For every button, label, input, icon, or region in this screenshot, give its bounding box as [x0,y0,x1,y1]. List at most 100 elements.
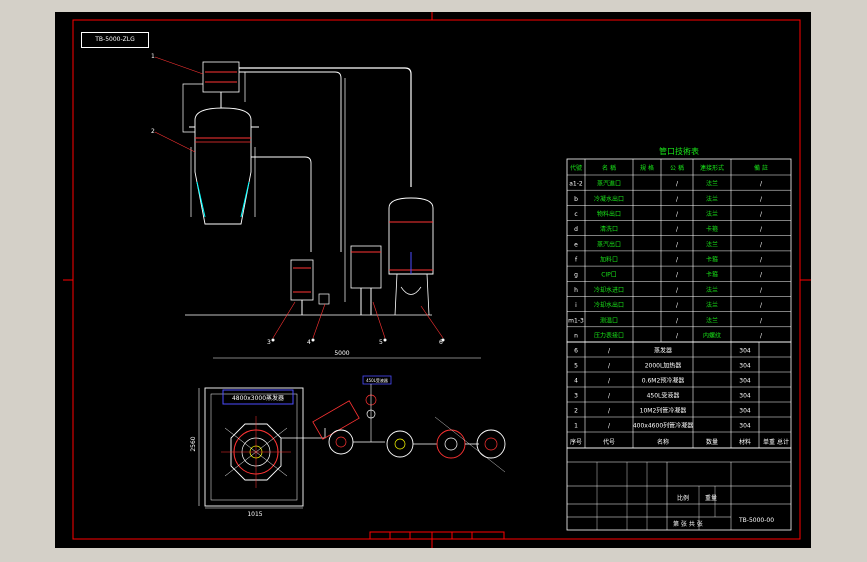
part-material: 304 [739,408,751,415]
part-number: 3 [574,393,578,400]
callout-6: 6 [439,339,443,346]
part-code: / [608,348,611,355]
nozzle-name: 冷却水出口 [594,301,624,309]
callout-leaders [154,56,445,342]
nozzle-conn: 法兰 [706,240,718,248]
part-code: / [608,423,611,430]
part-code: / [608,378,611,385]
callout-2: 2 [151,128,155,135]
part-number: 2 [574,408,578,415]
drawing-title-box: TB-5000-ZLG [81,32,149,48]
parts-header-cell: 单重 [763,438,775,446]
nozzle-conn: 法兰 [706,180,718,188]
nozzle-code: d [574,226,578,233]
nozzle-code: e [574,241,578,248]
nozzle-code: n [574,332,578,339]
nozzle-header-cell: 備 註 [754,164,768,172]
nozzle-name: 加料口 [600,256,618,264]
part-name: 0.6M2预冷凝器 [642,377,685,385]
nozzle-conn: 卡箍 [706,225,718,233]
dim-width-label: 5000 [334,350,349,357]
plan-receiver [328,429,354,455]
drawing-svg: 1 2 3 4 5 6 5000 2560 1015 4800x3000蒸发器 [63,12,811,548]
plan-condenser [312,400,360,440]
plan-view: 5000 2560 1015 4800x3000蒸发器 450L受液器 [190,350,506,518]
nozzle-note: / [760,272,763,279]
plan-receiver-2 [476,429,506,459]
nozzle-name: 冷凝水出口 [594,195,624,203]
parts-rows: 6 / 蒸发器 304 5 / 2000L加热器 304 4 / 0.6M2预冷凝器 304 3 / 450… [567,347,791,433]
callout-1: 1 [151,53,155,60]
nozzle-std: / [676,272,679,279]
part-material: 304 [739,378,751,385]
nozzle-conn: 法兰 [706,210,718,218]
nozzle-conn: 法兰 [706,301,718,309]
nozzle-conn: 法兰 [706,195,718,203]
bottom-ruler [369,531,505,540]
nozzle-name: 清洗口 [600,225,618,233]
part-name: 10M2列管冷凝器 [640,407,687,415]
part-code: / [608,363,611,370]
callout-5: 5 [379,339,383,346]
nozzle-note: / [760,241,763,248]
nozzle-std: / [676,241,679,248]
nozzle-conn: 内螺纹 [703,331,721,339]
part-code: / [608,408,611,415]
dim-base-label: 1015 [247,511,262,518]
part-material: 304 [739,393,751,400]
parts-header-cell: 材料 [739,438,751,446]
cad-drawing-canvas: 1 2 3 4 5 6 5000 2560 1015 4800x3000蒸发器 [55,12,811,548]
part-name: 400x4600列管冷凝器 [633,422,693,430]
weight-label: 重量 [705,494,717,502]
nozzle-std: / [676,332,679,339]
parts-header-row: 序号 代号 名称 数量 材料 单重 总计 [570,438,789,446]
nozzle-conn: 法兰 [706,286,718,294]
nozzle-std: / [676,317,679,324]
nozzle-std: / [676,257,679,264]
plan-cooler [386,430,414,458]
nozzle-name: 压力表接口 [594,331,624,339]
parts-header-cell: 名称 [657,438,669,446]
evaporator-vessel [189,107,259,225]
nozzle-header-cell: 公 稱 [670,164,684,172]
parts-header-cell: 代号 [603,438,615,446]
nozzle-code: c [574,211,577,218]
nozzle-code: m1-3 [568,317,584,324]
elevation-view: 1 2 3 4 5 6 [151,53,445,346]
part-number: 6 [574,348,578,355]
part-name: 蒸发器 [654,347,672,355]
condenser-column [388,197,434,316]
parts-header-cell: 总计 [777,438,789,446]
nozzle-note: / [760,211,763,218]
nozzle-std: / [676,181,679,188]
nozzle-header-row: 代號 名 稱 規 格 公 稱 連接形式 備 註 [570,164,768,172]
parts-header-cell: 数量 [706,438,718,446]
nozzle-header-cell: 名 稱 [602,164,616,172]
parts-header-cell: 序号 [570,438,582,446]
heater [290,259,330,315]
nozzle-note: / [760,332,763,339]
nozzle-std: / [676,302,679,309]
sheet-label: 第 张 共 张 [673,520,703,528]
vapor-pipes [239,67,412,302]
callout-4: 4 [307,339,311,346]
nozzle-code: h [574,287,578,294]
nozzle-code: b [574,196,578,203]
callout-3: 3 [267,339,271,346]
nozzle-name: CIP口 [601,272,617,279]
part-number: 5 [574,363,578,370]
drawing-number: TB-5000-00 [738,517,774,524]
part-material: 304 [739,348,751,355]
top-condenser [182,61,246,133]
dim-height-label: 2560 [190,436,197,451]
scale-label: 比例 [677,494,689,502]
nozzle-std: / [676,226,679,233]
outer-frame [72,19,801,540]
part-material: 304 [739,363,751,370]
part-number: 4 [574,378,578,385]
nozzle-std: / [676,196,679,203]
nozzle-conn: 卡箍 [706,271,718,279]
part-name: 2000L加热器 [645,362,682,370]
part-material: 304 [739,423,751,430]
nozzle-note: / [760,302,763,309]
